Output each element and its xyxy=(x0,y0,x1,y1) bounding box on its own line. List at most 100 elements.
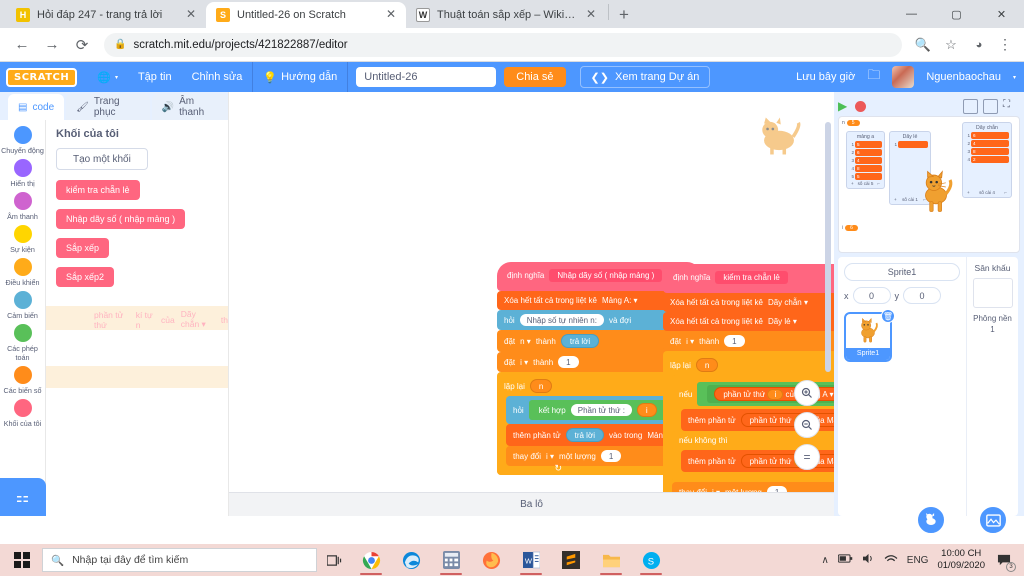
language-indicator[interactable]: ENG xyxy=(907,555,929,566)
fullscreen-icon[interactable]: ⛶ xyxy=(1003,99,1018,114)
palette-block-1[interactable]: Nhập dãy số ( nhập mảng ) xyxy=(56,209,186,229)
join-operator-block[interactable]: kết hợp Phần tử thứ : i xyxy=(528,400,667,420)
backdrop-thumbnail[interactable] xyxy=(972,278,1013,308)
variable-monitor-i[interactable]: i 6 xyxy=(842,225,858,231)
list-dropdown[interactable]: Mảng A: ▾ xyxy=(602,296,638,305)
volume-icon[interactable] xyxy=(862,553,875,567)
repeat-count-variable[interactable]: n xyxy=(695,358,719,372)
variable-dropdown[interactable]: i ▾ xyxy=(520,358,528,367)
list-monitor-mang-a[interactable]: mảng a 15 26 34 48 55 + số cài 5 ⌐ xyxy=(846,131,885,189)
trash-icon[interactable]: 🗑 xyxy=(881,309,895,323)
back-icon[interactable]: ← xyxy=(8,31,36,59)
repeat-count-variable[interactable]: n xyxy=(529,379,553,393)
set-variable-block[interactable]: đặt i ▾ thành 1 xyxy=(663,331,834,351)
new-tab-button[interactable]: + xyxy=(611,2,637,28)
list-item[interactable]: 48 xyxy=(849,165,882,172)
set-value-input[interactable]: 1 xyxy=(724,335,745,347)
add-extension-button[interactable]: ⚏ xyxy=(0,478,46,516)
battery-icon[interactable] xyxy=(837,554,853,566)
stop-icon[interactable] xyxy=(855,100,867,112)
zoom-in-button[interactable] xyxy=(794,380,820,406)
stage-area[interactable]: n 5 mảng a 15 26 34 48 55 + số cài 5 ⌐ D… xyxy=(838,116,1020,253)
category-motion[interactable]: Chuyển động xyxy=(0,126,46,155)
list-item[interactable]: 24 xyxy=(965,140,1009,147)
variable-dropdown[interactable]: i ▾ xyxy=(686,337,694,346)
backpack-bar[interactable]: Ba lô xyxy=(229,492,834,516)
menu-file[interactable]: Tập tin xyxy=(128,62,182,92)
stage-selector[interactable]: Sân khấu Phông nền 1 xyxy=(966,257,1018,516)
forward-icon[interactable]: → xyxy=(38,31,66,59)
make-a-block-button[interactable]: Tạo một khối xyxy=(56,148,148,170)
start-button[interactable] xyxy=(4,544,40,576)
avatar[interactable] xyxy=(892,66,915,88)
taskbar-app-chrome[interactable] xyxy=(351,544,391,576)
bookmark-star-icon[interactable]: ☆ xyxy=(938,32,964,58)
add-item-icon[interactable]: + xyxy=(894,197,897,202)
variable-dropdown[interactable]: i ▾ xyxy=(546,452,554,461)
x-input[interactable]: 0 xyxy=(852,287,891,304)
variable-monitor-n[interactable]: n 5 xyxy=(842,120,860,126)
y-input[interactable]: 0 xyxy=(903,287,941,304)
list-dropdown[interactable]: Mảng A: ▾ xyxy=(827,416,834,425)
network-icon[interactable] xyxy=(884,553,898,567)
sprite-name-input[interactable]: Sprite1 xyxy=(844,263,960,281)
sprite-thumbnail-item[interactable]: 🗑 Sprite1 xyxy=(844,309,895,362)
list-item[interactable]: 16 xyxy=(965,132,1009,139)
palette-block-2[interactable]: Sắp xếp xyxy=(56,238,110,258)
browser-tab-0[interactable]: H Hỏi đáp 247 - trang trả lời ✕ xyxy=(6,2,206,28)
minimize-button[interactable]: — xyxy=(889,0,934,28)
list-item[interactable]: 38 xyxy=(965,148,1009,155)
share-button[interactable]: Chia sẻ xyxy=(504,67,566,87)
palette-block-3[interactable]: Sắp xếp2 xyxy=(56,267,115,287)
join-input-b-variable[interactable]: i xyxy=(636,403,657,417)
list-dropdown[interactable]: Dãy lẻ ▾ xyxy=(768,317,797,326)
large-stage-icon[interactable] xyxy=(983,98,998,114)
add-sprite-button[interactable] xyxy=(916,505,946,535)
project-title-input[interactable]: Untitled-26 xyxy=(356,67,497,87)
answer-reporter[interactable]: trả lời xyxy=(560,334,600,348)
taskbar-app-explorer[interactable] xyxy=(591,544,631,576)
list-dropdown[interactable]: Mảng A: ▾ xyxy=(827,457,834,466)
taskbar-app-word[interactable]: W xyxy=(511,544,551,576)
chrome-menu-icon[interactable]: ⋮ xyxy=(994,34,1016,56)
close-window-button[interactable]: ✕ xyxy=(979,0,1024,28)
change-amount-input[interactable]: 1 xyxy=(600,450,622,462)
zoom-out-button[interactable] xyxy=(794,412,820,438)
list-item[interactable]: 1 xyxy=(892,141,928,148)
folder-icon[interactable]: 🗀 xyxy=(867,66,880,88)
browser-tab-1[interactable]: S Untitled-26 on Scratch ✕ xyxy=(206,2,406,28)
category-events[interactable]: Sự kiện xyxy=(0,225,46,254)
list-item[interactable]: 34 xyxy=(849,157,882,164)
palette-block-0[interactable]: kiểm tra chẵn lẻ xyxy=(56,180,140,200)
category-variables[interactable]: Các biến số xyxy=(0,366,46,395)
notification-center-button[interactable]: 3 xyxy=(994,550,1016,572)
save-now-button[interactable]: Lưu bây giờ xyxy=(796,71,855,83)
category-looks[interactable]: Hiển thị xyxy=(0,159,46,188)
list-item[interactable]: 42 xyxy=(965,156,1009,163)
add-backdrop-button[interactable] xyxy=(978,505,1008,535)
clock[interactable]: 10:00 CH 01/09/2020 xyxy=(937,548,985,572)
list-item[interactable]: 26 xyxy=(849,149,882,156)
green-flag-icon[interactable]: ▶ xyxy=(838,99,847,113)
join-input-a[interactable]: Phần tử thứ : xyxy=(570,404,632,416)
scratch-logo[interactable]: SCRATCH xyxy=(6,67,78,87)
taskbar-app-sublime[interactable] xyxy=(551,544,591,576)
menu-edit[interactable]: Chỉnh sửa xyxy=(182,62,253,92)
list-item[interactable]: 15 xyxy=(849,141,882,148)
resize-handle[interactable]: ⌐ xyxy=(877,181,880,186)
variable-dropdown[interactable]: n ▾ xyxy=(520,337,531,346)
define-hat-block-2[interactable]: định nghĩa kiểm tra chẵn lẻ xyxy=(663,264,834,293)
category-operators[interactable]: Các phép toán xyxy=(0,324,46,362)
ask-text-input[interactable]: Nhập số tự nhiên n: xyxy=(519,314,604,326)
code-canvas[interactable]: định nghĩa Nhập dãy số ( nhập mảng ) Xóa… xyxy=(228,92,834,516)
tab-sounds[interactable]: 🔊 Âm thanh xyxy=(151,94,228,120)
tab-costumes[interactable]: 🖌 Trang phục xyxy=(66,94,150,120)
list-item[interactable]: 55 xyxy=(849,173,882,180)
add-item-icon[interactable]: + xyxy=(851,181,854,186)
category-control[interactable]: Điều khiển xyxy=(0,258,46,287)
chevron-down-icon[interactable]: ▾ xyxy=(1013,74,1016,81)
close-icon[interactable]: ✕ xyxy=(184,8,198,22)
set-value-input[interactable]: 1 xyxy=(558,356,579,368)
username-label[interactable]: Nguenbaochau xyxy=(926,71,1001,83)
small-stage-icon[interactable] xyxy=(963,98,978,114)
